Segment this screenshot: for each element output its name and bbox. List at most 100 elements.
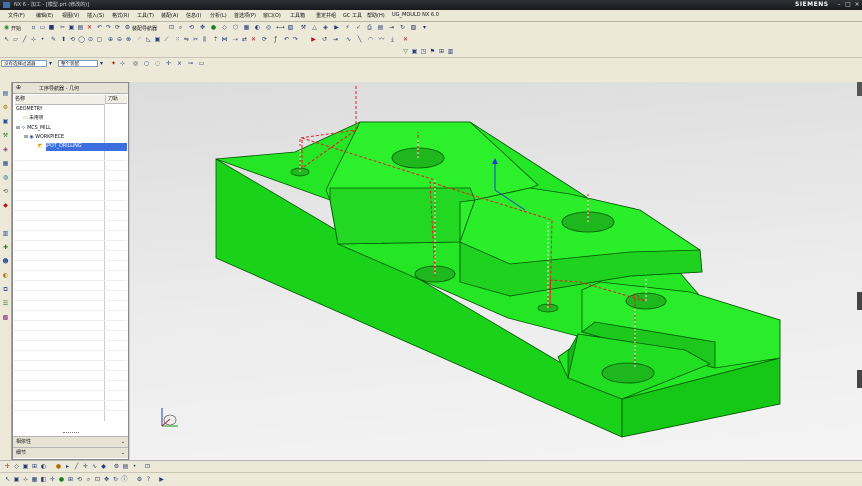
mirror-icon[interactable]: ⇋ bbox=[183, 36, 190, 43]
cue-shade-icon[interactable]: ● bbox=[58, 476, 65, 483]
zoom-icon[interactable]: ⌕ bbox=[177, 24, 184, 31]
menu-ug-mould[interactable]: UG_MOULD NX 6.0 bbox=[392, 12, 439, 18]
snap-mid-icon[interactable]: ⊹ bbox=[119, 60, 126, 67]
cam-4-icon[interactable]: ⚑ bbox=[429, 48, 436, 55]
menu-window[interactable]: 窗口(O) bbox=[263, 12, 281, 19]
snap-existing-icon[interactable]: ✛ bbox=[165, 60, 172, 67]
knowledge-icon[interactable]: ☰ bbox=[2, 300, 9, 308]
cue-view-icon[interactable]: ◧ bbox=[40, 476, 47, 483]
cam-5-icon[interactable]: ⊞ bbox=[438, 48, 445, 55]
move-face-icon[interactable]: ⇢ bbox=[232, 36, 239, 43]
menu-view[interactable]: 视图(V) bbox=[62, 12, 79, 19]
shaded-icon[interactable]: ● bbox=[210, 24, 217, 31]
part-nav-icon[interactable]: ▤ bbox=[2, 90, 9, 98]
snap-end-icon[interactable]: ✦ bbox=[110, 60, 117, 67]
filter-select[interactable]: 没有选择过滤器 bbox=[1, 60, 47, 67]
sim-icon[interactable]: ▶ bbox=[310, 36, 317, 43]
cam-1-icon[interactable]: ▽ bbox=[402, 48, 409, 55]
chevron-down-icon[interactable]: ⌄ bbox=[121, 437, 125, 447]
generate-icon[interactable]: ⚡ bbox=[344, 24, 351, 31]
draft-icon[interactable]: ⟋ bbox=[163, 36, 170, 43]
unite-icon[interactable]: ⊕ bbox=[107, 36, 114, 43]
snap-icon[interactable]: ◎ bbox=[265, 24, 272, 31]
pin-icon[interactable]: ⊕ bbox=[16, 84, 21, 91]
wireframe-icon[interactable]: ◇ bbox=[221, 24, 228, 31]
sew-icon[interactable]: ⋈ bbox=[221, 36, 228, 43]
feature-select-icon[interactable]: ◆ bbox=[100, 463, 107, 470]
assembly-nav-icon[interactable]: ⚙ bbox=[124, 24, 131, 31]
filter-dropdown-icon[interactable]: ▾ bbox=[47, 60, 54, 67]
display-icon[interactable]: ◐ bbox=[254, 24, 261, 31]
teamcenter-icon[interactable]: ⧉ bbox=[2, 286, 9, 294]
spline-icon[interactable]: 〰 bbox=[378, 36, 385, 43]
cam-library-icon[interactable]: ▩ bbox=[2, 314, 9, 322]
tree-item-workpiece[interactable]: ⊟ ◉ WORKPIECE bbox=[24, 134, 114, 142]
cue-gear-icon[interactable]: ⚙ bbox=[136, 476, 143, 483]
menu-info[interactable]: 信息(I) bbox=[186, 12, 201, 19]
pattern-icon[interactable]: ⁙ bbox=[174, 36, 181, 43]
zoom-fit-icon[interactable]: ⊡ bbox=[168, 24, 175, 31]
roles-icon[interactable]: ☻ bbox=[2, 258, 9, 266]
face-icon[interactable]: ▸ bbox=[64, 463, 71, 470]
section-icon[interactable]: ▧ bbox=[287, 24, 294, 31]
snap-endpoint-icon[interactable]: ✛ bbox=[4, 463, 11, 470]
verify-icon[interactable]: ✓ bbox=[355, 24, 362, 31]
splitter-handle[interactable] bbox=[63, 432, 79, 435]
project-icon[interactable]: ⤓ bbox=[389, 36, 396, 43]
geometry-icon[interactable]: △ bbox=[311, 24, 318, 31]
menu-analysis[interactable]: 分析(L) bbox=[210, 12, 227, 19]
pocket-icon[interactable]: ▢ bbox=[96, 36, 103, 43]
split-body-icon[interactable]: ⫼ bbox=[201, 36, 208, 43]
cue-select-icon[interactable]: ↖ bbox=[4, 476, 11, 483]
reuse-library-icon[interactable]: ▦ bbox=[2, 160, 9, 168]
reset-icon[interactable]: ↺ bbox=[321, 36, 328, 43]
ipw-icon[interactable]: ▨ bbox=[410, 24, 417, 31]
vertex-icon[interactable]: ✛ bbox=[82, 463, 89, 470]
step-icon[interactable]: ⇥ bbox=[332, 36, 339, 43]
system-materials-icon[interactable]: ◆ bbox=[2, 202, 9, 210]
menu-preferences[interactable]: 首选项(P) bbox=[234, 12, 256, 19]
palette-icon[interactable]: ◐ bbox=[2, 272, 9, 280]
cue-point-icon[interactable]: ✛ bbox=[49, 476, 56, 483]
repeat-icon[interactable]: ⟳ bbox=[114, 24, 121, 31]
subtract-icon[interactable]: ⊖ bbox=[116, 36, 123, 43]
postprocess-icon[interactable]: ⎙ bbox=[366, 24, 373, 31]
edge-blend-icon[interactable]: ◜ bbox=[136, 36, 143, 43]
output-icon[interactable]: ⇥ bbox=[388, 24, 395, 31]
constraint-nav-icon[interactable]: ◈ bbox=[2, 146, 9, 154]
redo-icon[interactable]: ↷ bbox=[105, 24, 112, 31]
datum-plane-icon[interactable]: ▱ bbox=[12, 36, 19, 43]
graphics-window[interactable] bbox=[130, 82, 862, 460]
tree-item-spot-drilling[interactable]: ◩ SPOT_DRILLING bbox=[38, 143, 128, 151]
curve-icon[interactable]: ∿ bbox=[345, 36, 352, 43]
extrude-icon[interactable]: ⬆ bbox=[60, 36, 67, 43]
tree-item-mcs-mill[interactable]: ⊟ ⊹ MCS_MILL bbox=[16, 125, 106, 133]
menu-file[interactable]: 文件(F) bbox=[8, 12, 25, 19]
sketch-icon[interactable]: ✎ bbox=[50, 36, 57, 43]
cue-refresh-icon[interactable]: ↻ bbox=[112, 476, 119, 483]
start-button[interactable]: 开始 bbox=[11, 25, 21, 32]
process-studio-icon[interactable]: ▥ bbox=[2, 230, 9, 238]
snap-intersect-icon[interactable]: ⨯ bbox=[176, 60, 183, 67]
snap-face-icon[interactable]: ▭ bbox=[198, 60, 205, 67]
expression-icon[interactable]: ƒ bbox=[272, 36, 279, 43]
cue-help-icon[interactable]: ? bbox=[145, 476, 152, 483]
line-icon[interactable]: ╲ bbox=[356, 36, 363, 43]
menu-gc-tools[interactable]: GC 工具 bbox=[343, 12, 362, 19]
tool-icon[interactable]: ⚒ bbox=[300, 24, 307, 31]
shell-icon[interactable]: ▣ bbox=[154, 36, 161, 43]
start-icon[interactable]: ◉ bbox=[3, 24, 10, 31]
delete-face-icon[interactable]: ✕ bbox=[250, 36, 257, 43]
snap-center-icon[interactable]: ◎ bbox=[132, 60, 139, 67]
refresh-icon[interactable]: ↻ bbox=[399, 24, 406, 31]
open-icon[interactable]: ▭ bbox=[39, 24, 46, 31]
cue-arrow-icon[interactable]: ▶ bbox=[158, 476, 165, 483]
operation-icon[interactable]: ▶ bbox=[333, 24, 340, 31]
cue-rotate-icon[interactable]: ⟲ bbox=[76, 476, 83, 483]
save-icon[interactable]: ■ bbox=[48, 24, 55, 31]
revolve-icon[interactable]: ⟲ bbox=[69, 36, 76, 43]
assembly-nav-tab-icon[interactable]: ⚙ bbox=[2, 104, 9, 112]
synchronous-icon[interactable]: ⟳ bbox=[261, 36, 268, 43]
menu-edit[interactable]: 编辑(E) bbox=[36, 12, 53, 19]
show-hide-icon[interactable]: ◐ bbox=[40, 463, 47, 470]
